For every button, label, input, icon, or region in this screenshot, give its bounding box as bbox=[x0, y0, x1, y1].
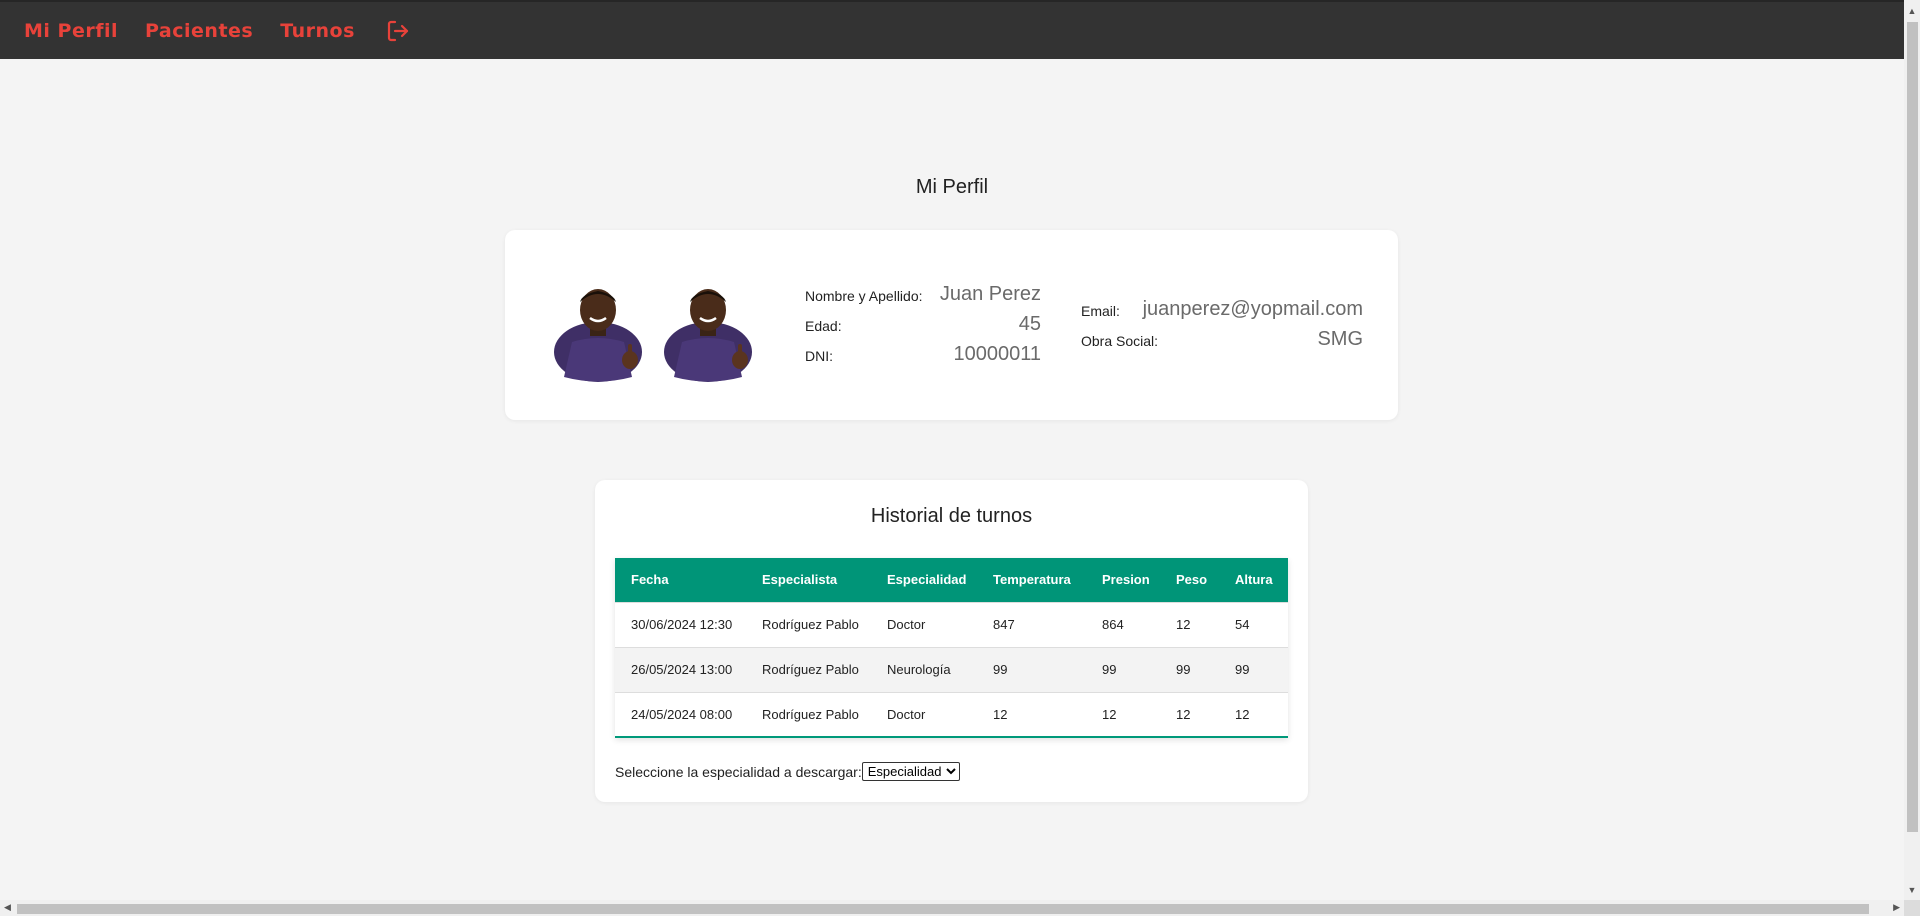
history-card: Historial de turnos Fecha Especialista E… bbox=[595, 480, 1308, 802]
table-cell: Rodríguez Pablo bbox=[746, 646, 871, 692]
table-cell: 847 bbox=[977, 601, 1086, 647]
scroll-left-arrow-icon[interactable]: ◀ bbox=[4, 902, 11, 913]
table-cell: Neurología bbox=[871, 646, 977, 692]
history-title: Historial de turnos bbox=[870, 505, 1033, 527]
table-cell: 24/05/2024 08:00 bbox=[615, 691, 746, 737]
insurance-value: SMG bbox=[1317, 328, 1363, 350]
table-cell: 12 bbox=[977, 691, 1086, 737]
nav-turnos[interactable]: Turnos bbox=[280, 20, 355, 42]
table-cell: Doctor bbox=[871, 691, 977, 737]
column-header: Fecha bbox=[631, 572, 669, 588]
column-header: Temperatura bbox=[993, 572, 1071, 588]
table-cell: Rodríguez Pablo bbox=[746, 601, 871, 647]
column-header: Altura bbox=[1235, 572, 1273, 588]
column-header: Presion bbox=[1102, 572, 1150, 588]
table-cell: 26/05/2024 13:00 bbox=[615, 646, 746, 692]
table-cell: 12 bbox=[1160, 601, 1219, 647]
email-value: juanperez@yopmail.com bbox=[1142, 298, 1363, 320]
table-cell: 30/06/2024 12:30 bbox=[615, 601, 746, 647]
table-cell: 12 bbox=[1160, 691, 1219, 737]
name-value: Juan Perez bbox=[939, 283, 1041, 305]
vertical-scrollbar[interactable]: ▲ ▼ bbox=[1904, 0, 1920, 900]
scrollbar-corner bbox=[1904, 900, 1920, 916]
contact-info: Email: juanperez@yopmail.com Obra Social… bbox=[1081, 298, 1363, 358]
download-row: Seleccione la especialidad a descargar: … bbox=[615, 762, 960, 781]
logout-icon[interactable] bbox=[386, 19, 410, 43]
page-title: Mi Perfil bbox=[915, 176, 989, 198]
scroll-right-arrow-icon[interactable]: ▶ bbox=[1893, 902, 1900, 913]
table-cell: 54 bbox=[1219, 601, 1288, 647]
history-table: Fecha Especialista Especialidad Temperat… bbox=[615, 558, 1288, 738]
scroll-down-arrow-icon[interactable]: ▼ bbox=[1907, 884, 1917, 896]
personal-info: Nombre y Apellido: Juan Perez Edad: 45 D… bbox=[805, 283, 1041, 373]
profile-card: Nombre y Apellido: Juan Perez Edad: 45 D… bbox=[505, 230, 1398, 420]
table-cell: 99 bbox=[1160, 646, 1219, 692]
dni-row: DNI: 10000011 bbox=[805, 343, 1041, 373]
email-row: Email: juanperez@yopmail.com bbox=[1081, 298, 1363, 328]
scroll-up-arrow-icon[interactable]: ▲ bbox=[1907, 5, 1917, 17]
table-cell: Rodríguez Pablo bbox=[746, 691, 871, 737]
dni-value: 10000011 bbox=[953, 343, 1042, 365]
specialty-select[interactable]: Especialidad bbox=[861, 762, 960, 781]
table-row: 30/06/2024 12:30 Rodríguez Pablo Doctor … bbox=[615, 601, 1288, 647]
email-label: Email: bbox=[1081, 303, 1120, 319]
table-cell: 99 bbox=[977, 646, 1086, 692]
download-label: Seleccione la especialidad a descargar: bbox=[615, 763, 862, 780]
table-row: 24/05/2024 08:00 Rodríguez Pablo Doctor … bbox=[615, 691, 1288, 737]
age-row: Edad: 45 bbox=[805, 313, 1041, 343]
insurance-label: Obra Social: bbox=[1081, 333, 1159, 349]
table-cell: Doctor bbox=[871, 601, 977, 647]
column-header: Especialista bbox=[762, 572, 838, 588]
vertical-scroll-thumb[interactable] bbox=[1907, 22, 1918, 832]
column-header: Especialidad bbox=[887, 572, 967, 588]
name-row: Nombre y Apellido: Juan Perez bbox=[805, 283, 1041, 313]
top-navbar: Mi Perfil Pacientes Turnos bbox=[0, 0, 1904, 59]
nav-mi-perfil[interactable]: Mi Perfil bbox=[24, 20, 118, 42]
name-label: Nombre y Apellido: bbox=[805, 288, 923, 304]
horizontal-scrollbar[interactable]: ◀ ▶ bbox=[0, 900, 1904, 916]
table-cell: 99 bbox=[1086, 646, 1160, 692]
profile-photo bbox=[552, 282, 652, 382]
dni-label: DNI: bbox=[805, 348, 833, 364]
table-row: 26/05/2024 13:00 Rodríguez Pablo Neurolo… bbox=[615, 646, 1288, 692]
table-cell: 12 bbox=[1219, 691, 1288, 737]
table-cell: 864 bbox=[1086, 601, 1160, 647]
age-label: Edad: bbox=[805, 318, 842, 334]
table-cell: 99 bbox=[1219, 646, 1288, 692]
table-cell: 12 bbox=[1086, 691, 1160, 737]
nav-pacientes[interactable]: Pacientes bbox=[145, 20, 253, 42]
column-header: Peso bbox=[1176, 572, 1208, 588]
insurance-row: Obra Social: SMG bbox=[1081, 328, 1363, 358]
table-header-row: Fecha Especialista Especialidad Temperat… bbox=[615, 558, 1288, 602]
age-value: 45 bbox=[1018, 313, 1041, 335]
horizontal-scroll-thumb[interactable] bbox=[17, 904, 1869, 914]
profile-photo bbox=[662, 282, 762, 382]
